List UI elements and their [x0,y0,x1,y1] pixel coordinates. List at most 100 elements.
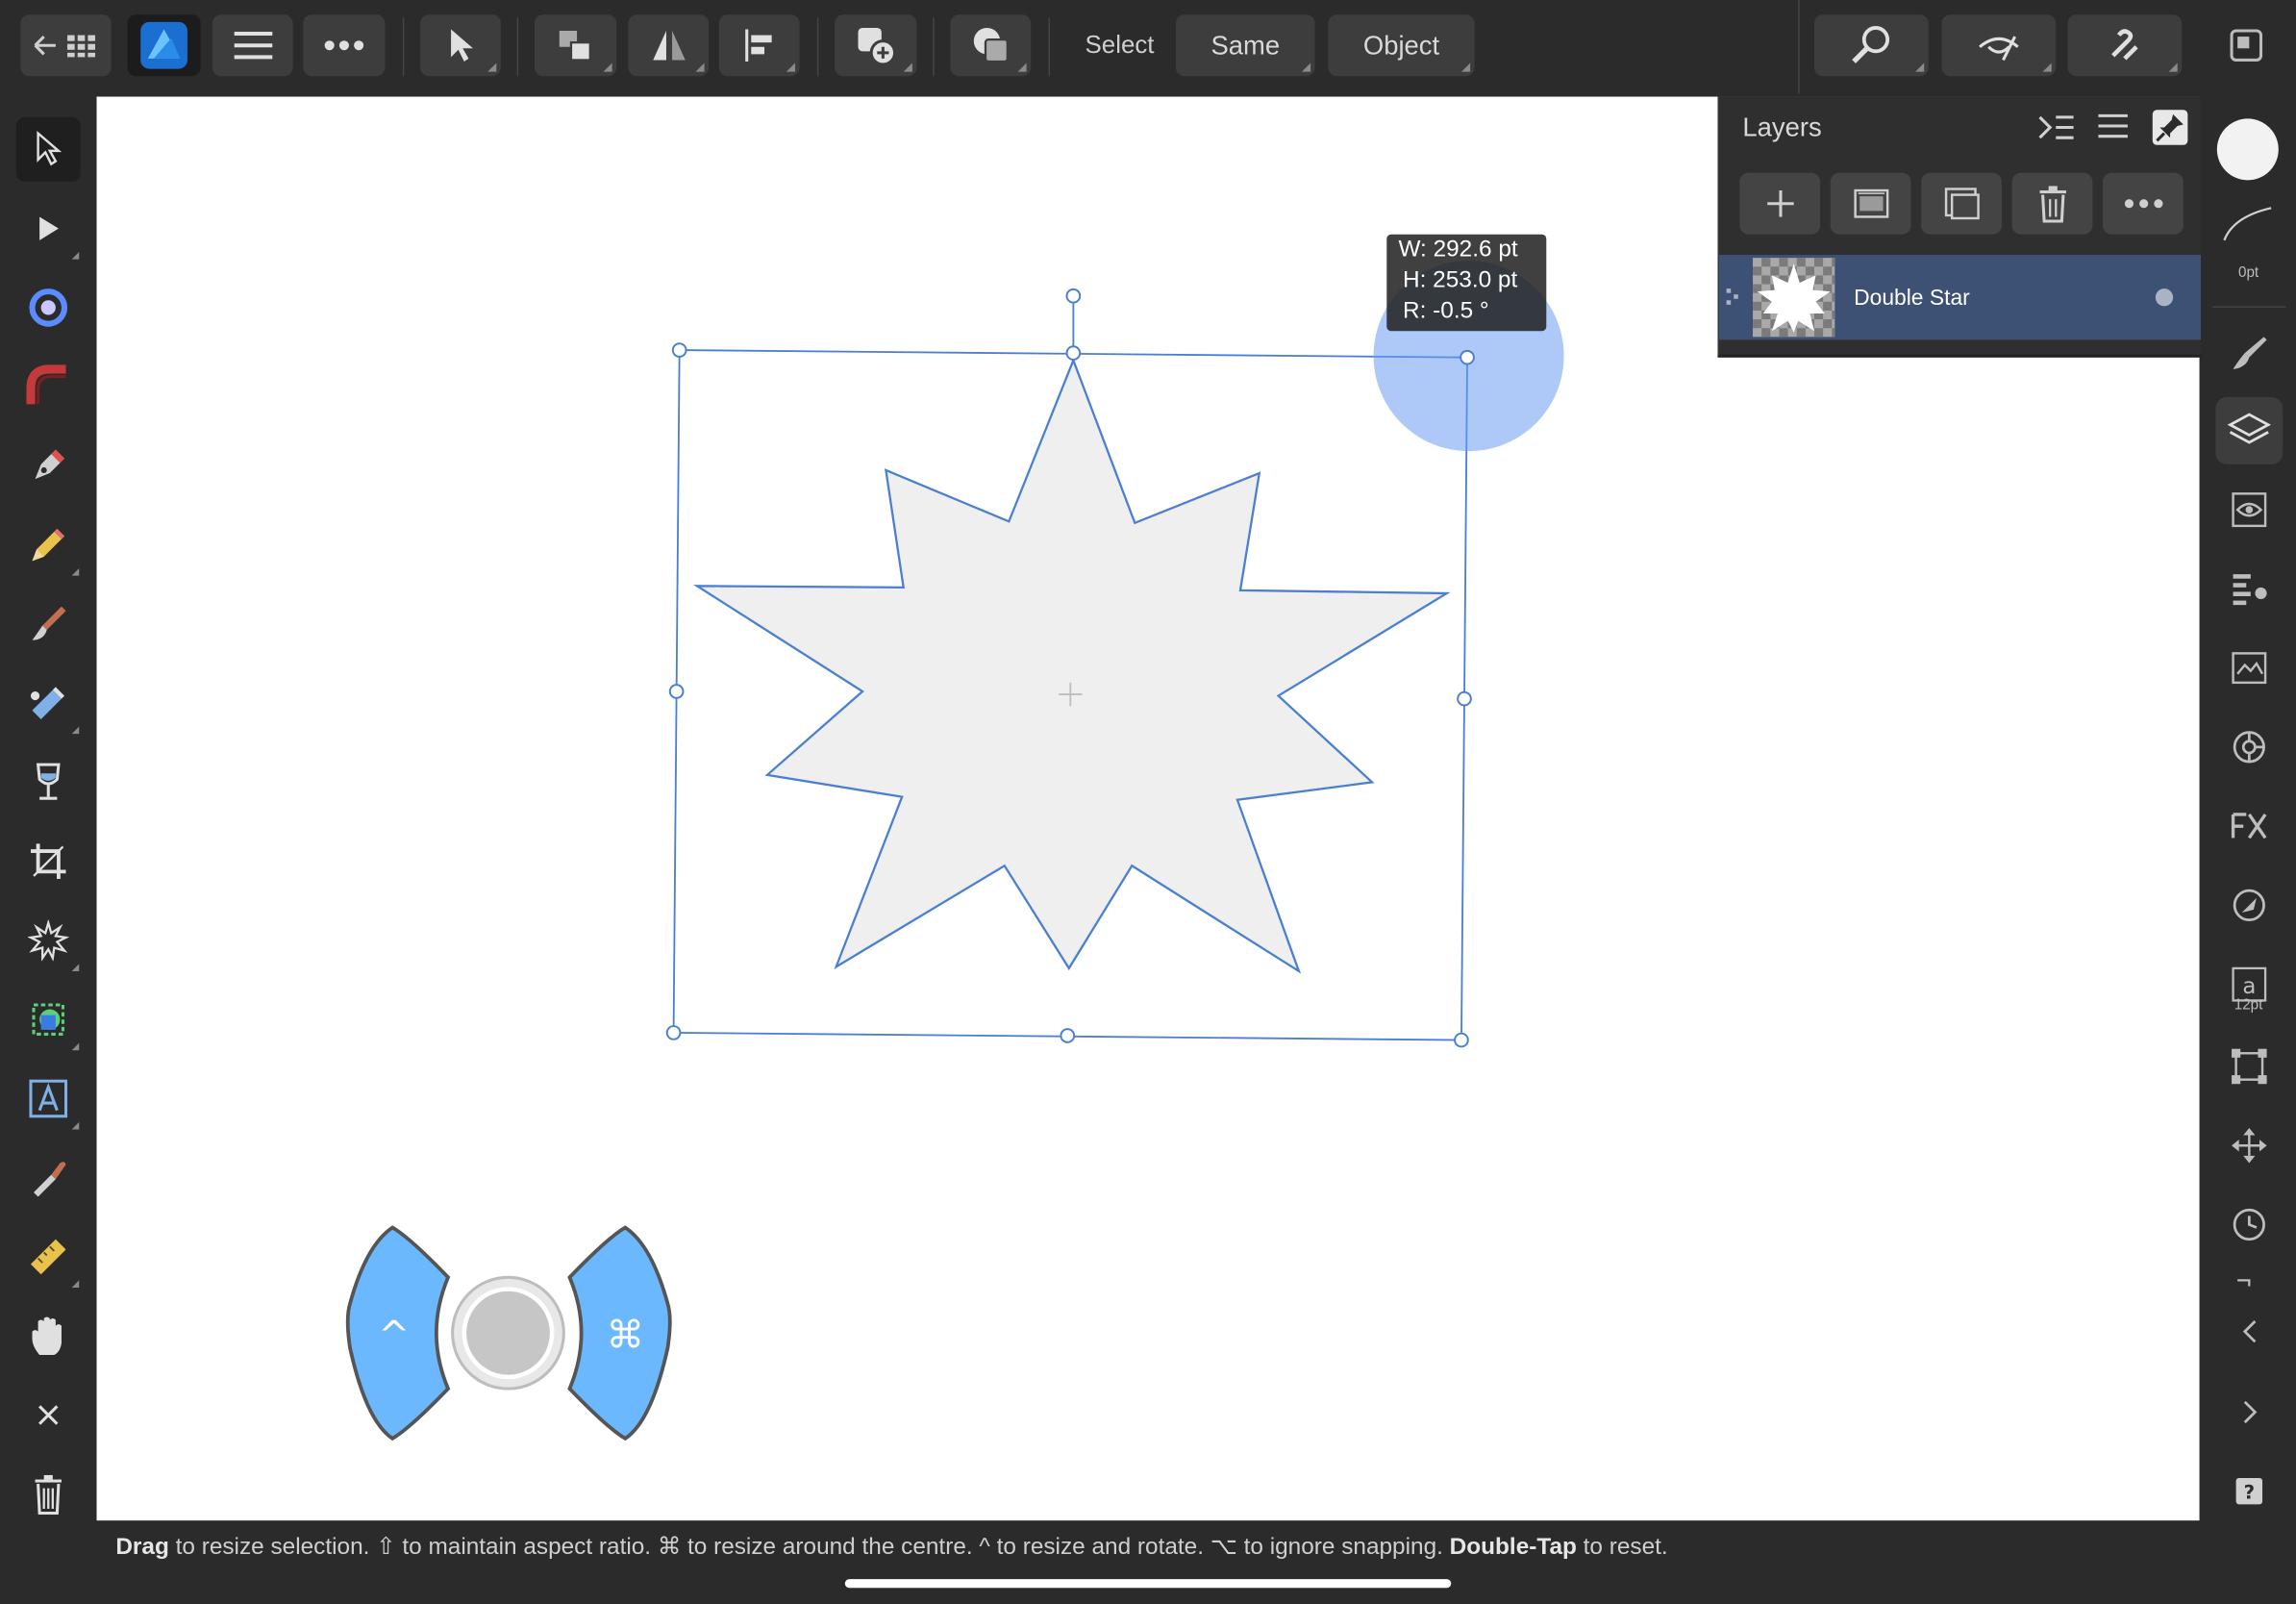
vector-crop-tool[interactable] [16,988,81,1052]
view-mode-button[interactable] [1941,14,2057,77]
transparency-tool[interactable] [16,750,81,815]
effects-studio-button[interactable] [2215,792,2283,860]
separator [402,17,405,77]
ruler-icon [30,1239,66,1275]
add-group-button[interactable] [1921,172,2002,235]
top-toolbar: Select Same Object [0,0,2296,94]
assets-studio-button[interactable] [2215,635,2283,702]
color-picker-tool[interactable] [16,1145,81,1210]
measure-tool[interactable] [16,1224,81,1289]
move-studio-button[interactable] [2215,1112,2283,1179]
transform-studio-button[interactable] [2215,1033,2283,1100]
corner-icon [26,364,66,405]
layer-thumbnail [1753,258,1835,338]
persona-designer-button[interactable] [127,14,201,77]
delete-button[interactable] [16,1462,81,1526]
navigator-icon [2233,889,2265,922]
help-double-tap: Double-Tap [1449,1535,1577,1561]
select-object-button[interactable]: Object [1328,14,1475,77]
history-clock-icon [2233,1208,2265,1241]
pencil-tool[interactable] [16,513,81,577]
close-icon [38,1405,59,1425]
select-label: Select [1085,30,1155,59]
navigator-studio-button[interactable] [2215,871,2283,939]
crop-tool[interactable] [16,829,81,893]
resize-handle-bottom[interactable] [1060,1028,1076,1043]
stroke-width-button[interactable] [2221,202,2274,250]
snapping-button[interactable] [2067,14,2183,77]
pin-panel-button[interactable] [2152,110,2188,145]
back-to-documents-button[interactable] [20,14,112,77]
shape-tool[interactable] [16,908,81,972]
pen-nib-icon [35,449,65,480]
arrange-button[interactable] [534,14,617,77]
hamburger-icon [233,32,272,60]
menu-button[interactable] [212,14,293,77]
panel-menu-button[interactable] [2095,112,2134,147]
resize-handle-right[interactable] [1457,690,1472,707]
help-button[interactable]: ? [2215,1458,2283,1525]
fill-color-swatch[interactable] [2216,118,2279,181]
resize-handle-top[interactable] [1065,345,1082,361]
layer-visibility-toggle[interactable] [2155,288,2174,307]
node-tool[interactable] [16,196,81,261]
star-burst-icon [27,919,69,962]
fill-tool[interactable] [16,671,81,736]
rotation-readout: R: -0.5 ° [1403,298,1489,324]
studio-next-button[interactable] [2215,1378,2283,1445]
layer-name: Double Star [1854,286,1970,311]
appearance-studio-button[interactable] [2215,476,2283,543]
fullscreen-button[interactable] [2212,14,2280,76]
add-mask-button[interactable] [1830,172,1911,235]
select-same-label: Same [1210,30,1281,60]
separator [933,17,935,77]
contour-tool[interactable] [16,275,81,339]
add-layer-button[interactable] [1739,172,1821,235]
contour-icon [29,288,68,327]
select-same-button[interactable]: Same [1175,14,1315,77]
layer-drag-handle-icon[interactable] [1725,286,1745,309]
flip-button[interactable] [628,14,710,77]
context-help-bar: Drag to resize selection. ⇧ to maintain … [96,1521,2200,1604]
brushes-studio-button[interactable] [2215,319,2283,387]
studio-navigation[interactable] [2215,1270,2283,1358]
arrow-pointer-icon [450,29,473,62]
collapse-panel-button[interactable] [2036,112,2075,147]
layer-row-double-star[interactable]: Double Star [1719,255,2202,340]
rotation-handle[interactable] [1065,288,1082,304]
ctrl-symbol: ^ [378,1313,410,1357]
artistic-text-tool[interactable] [16,1066,81,1131]
align-button[interactable] [718,14,800,77]
affinity-designer-logo-icon [140,21,187,69]
layers-studio-button[interactable] [2215,396,2284,464]
vector-brush-tool[interactable] [16,591,81,656]
zoom-button[interactable] [1813,14,1929,77]
corner-tool[interactable] [16,355,81,419]
delete-layer-button[interactable] [2011,172,2093,235]
studio-bar: 0pt a 12pt ? [2201,93,2296,1604]
align-left-icon [744,29,771,62]
text-styles-studio-button[interactable] [2215,555,2283,622]
resize-handle-bottom-right[interactable] [1454,1032,1469,1048]
view-tool[interactable] [16,1304,81,1368]
resize-handle-top-left[interactable] [671,342,687,358]
resize-handle-bottom-left[interactable] [665,1025,682,1040]
geometry-operations-button[interactable] [950,14,1032,77]
symbols-studio-button[interactable] [2215,714,2283,781]
resize-handle-top-right[interactable] [1460,349,1475,365]
resize-handle-left[interactable] [668,684,685,699]
help-part1: to resize selection. ⇧ to maintain aspec… [168,1535,1450,1561]
move-tool[interactable] [15,116,81,182]
close-tools-button[interactable] [16,1383,81,1447]
insert-add-icon [858,27,897,66]
history-studio-button[interactable] [2215,1190,2283,1258]
more-options-button[interactable] [303,14,386,77]
select-tool-options-button[interactable] [420,14,501,77]
collapse-list-icon [2038,115,2074,139]
double-star-shape[interactable] [692,357,1451,974]
layer-options-button[interactable] [2103,172,2184,235]
shift-modifier-knob [462,1287,555,1380]
pen-tool[interactable] [16,434,81,498]
insert-button[interactable] [835,14,917,77]
context-help-text: Drag to resize selection. ⇧ to maintain … [115,1532,1667,1561]
